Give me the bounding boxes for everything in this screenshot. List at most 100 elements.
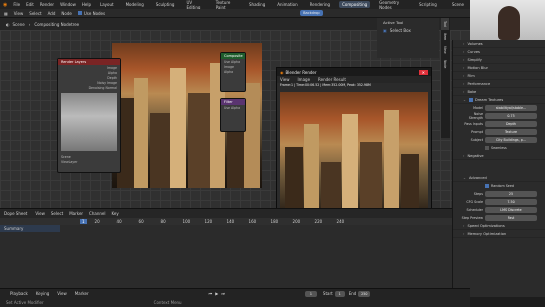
use-nodes-checkbox[interactable] xyxy=(77,11,82,15)
menu-select[interactable]: Select xyxy=(29,11,41,16)
menu-node[interactable]: Node xyxy=(61,11,71,16)
noise-strength-field[interactable]: 0.75 xyxy=(485,113,537,119)
dope-sheet-mode[interactable]: Dope Sheet xyxy=(4,211,27,216)
steps-field[interactable]: 25 xyxy=(485,191,537,197)
tab-scripting[interactable]: Scripting xyxy=(416,1,440,8)
section-bake[interactable]: › Bake xyxy=(453,88,545,96)
section-dream-textures[interactable]: ⌄ Dream Textures xyxy=(453,96,545,104)
render-window-menubar: View Image Render Result xyxy=(277,76,431,83)
dope-menu-select[interactable]: Select xyxy=(51,211,63,216)
tab-item[interactable]: Item xyxy=(441,30,449,43)
play-icon[interactable]: ▶ xyxy=(215,291,218,296)
dope-menu-channel[interactable]: Channel xyxy=(89,211,105,216)
timeline-marker-menu[interactable]: Marker xyxy=(75,291,89,296)
dope-sheet-editor[interactable]: Dope Sheet View Select Marker Channel Ke… xyxy=(0,208,452,288)
seamless-row[interactable]: Seamless xyxy=(453,144,545,152)
menu-window[interactable]: Window xyxy=(60,2,76,7)
random-seed-row[interactable]: Random Seed xyxy=(453,182,545,190)
jump-start-icon[interactable]: ⏮ xyxy=(209,291,213,296)
render-status-text: Frame:1 | Time:00:06.52 | Mem:352.00M, P… xyxy=(280,83,371,87)
tab-compositing[interactable]: Compositing xyxy=(339,1,371,8)
timeline[interactable]: Playback Keying View Marker ⏮ ▶ ⏭ 1 Star… xyxy=(0,288,470,307)
scene-selector[interactable]: Scene xyxy=(452,2,464,7)
dope-menu-key[interactable]: Key xyxy=(111,211,118,216)
tab-layout[interactable]: Layout xyxy=(97,1,117,8)
section-film[interactable]: › Film xyxy=(453,72,545,80)
current-frame-marker[interactable]: 1 xyxy=(80,219,87,224)
scheduler-dropdown[interactable]: LMS Discrete xyxy=(485,207,537,213)
timeline-view-menu[interactable]: View xyxy=(57,291,67,296)
menu-render[interactable]: Render xyxy=(40,2,54,7)
layer-field[interactable]: ViewLayer xyxy=(58,159,120,164)
chevron-down-icon: ⌄ xyxy=(463,175,467,180)
dope-menu-view[interactable]: View xyxy=(35,211,45,216)
chevron-down-icon: ⌄ xyxy=(463,97,467,102)
current-frame-field[interactable]: 1 xyxy=(304,290,317,297)
tab-node[interactable]: Node xyxy=(441,57,449,71)
blender-logo-icon[interactable]: ◉ xyxy=(3,2,7,8)
section-negative[interactable]: › Negative xyxy=(453,152,545,160)
menu-file[interactable]: File xyxy=(13,2,20,7)
section-performance[interactable]: › Performance xyxy=(453,80,545,88)
end-frame-field[interactable]: 250 xyxy=(358,290,371,297)
dream-textures-checkbox[interactable] xyxy=(469,97,474,102)
random-seed-checkbox[interactable] xyxy=(485,184,489,188)
render-view-menu[interactable]: View xyxy=(280,77,290,82)
section-volumes[interactable]: › Volumes xyxy=(453,40,545,48)
playback-menu[interactable]: Playback xyxy=(10,291,28,296)
render-result-slot[interactable]: Render Result xyxy=(318,77,346,82)
tab-animation[interactable]: Animation xyxy=(274,1,300,8)
section-curves[interactable]: › Curves xyxy=(453,48,545,56)
subject-field[interactable]: City Buildings, p... xyxy=(485,137,537,143)
tab-view[interactable]: View xyxy=(441,43,449,57)
chevron-right-icon: › xyxy=(463,41,465,46)
section-motion-blur[interactable]: › Motion Blur xyxy=(453,64,545,72)
select-box-tool[interactable]: ▣ Select Box xyxy=(377,26,439,34)
chevron-right-icon: › xyxy=(463,65,465,70)
summary-row[interactable]: Summary xyxy=(0,225,60,232)
tab-shading[interactable]: Shading xyxy=(246,1,268,8)
chevron-right-icon: › xyxy=(463,73,465,78)
section-memory-optimization[interactable]: › Memory Optimization xyxy=(453,230,545,238)
close-icon[interactable]: ✕ xyxy=(418,69,428,75)
node-editor-header: ▦ View Select Add Node Use Nodes Backdro… xyxy=(0,9,470,18)
backdrop-button[interactable]: Backdrop xyxy=(300,10,323,16)
section-simplify[interactable]: › Simplify xyxy=(453,56,545,64)
keying-menu[interactable]: Keying xyxy=(36,291,49,296)
tab-tool[interactable]: Tool xyxy=(441,18,449,31)
select-box-icon: ▣ xyxy=(383,27,387,33)
start-frame-field[interactable]: 1 xyxy=(334,290,345,297)
chevron-right-icon: › xyxy=(463,49,465,54)
breadcrumb-scene[interactable]: Scene xyxy=(13,22,25,27)
section-speed-optimizations[interactable]: › Speed Optimizations xyxy=(453,222,545,230)
render-image-menu[interactable]: Image xyxy=(298,77,311,82)
prompt-dropdown[interactable]: Texture xyxy=(485,129,537,135)
tab-modeling[interactable]: Modeling xyxy=(123,1,147,8)
render-layers-node[interactable]: Render Layers Image Alpha Depth Noisy Im… xyxy=(57,58,121,173)
menu-help[interactable]: Help xyxy=(82,2,91,7)
step-preview-dropdown[interactable]: Fast xyxy=(485,215,537,221)
filter-use-alpha[interactable]: Use Alpha xyxy=(221,105,245,110)
seamless-checkbox[interactable] xyxy=(485,146,489,150)
render-window-titlebar[interactable]: ◉ Blender Render ✕ xyxy=(277,68,431,76)
filter-node[interactable]: Filter Use Alpha xyxy=(220,98,246,132)
chevron-right-icon: › xyxy=(463,223,465,228)
frame-ruler[interactable]: 1 20 40 60 80 100 120 140 160 180 200 22… xyxy=(0,218,452,225)
jump-end-icon[interactable]: ⏭ xyxy=(221,291,225,296)
composite-node[interactable]: Composite Use Alpha Image Alpha xyxy=(220,52,246,92)
breadcrumb-tree[interactable]: Compositing Nodetree xyxy=(34,22,79,27)
menu-edit[interactable]: Edit xyxy=(26,2,34,7)
model-dropdown[interactable]: stabilityai/stable... xyxy=(485,105,537,111)
tab-rendering[interactable]: Rendering xyxy=(307,1,333,8)
menu-add[interactable]: Add xyxy=(48,11,56,16)
dope-menu-marker[interactable]: Marker xyxy=(69,211,83,216)
pass-inputs-dropdown[interactable]: Depth xyxy=(485,121,537,127)
render-window-title: Blender Render xyxy=(285,69,317,75)
tab-sculpting[interactable]: Sculpting xyxy=(153,1,178,8)
cfg-field[interactable]: 7.50 xyxy=(485,199,537,205)
chevron-right-icon: › xyxy=(463,57,465,62)
section-advanced[interactable]: ⌄ Advanced xyxy=(453,174,545,182)
dope-sheet-header: Dope Sheet View Select Marker Channel Ke… xyxy=(0,209,452,218)
menu-view[interactable]: View xyxy=(14,11,24,16)
editor-type-icon[interactable]: ▦ xyxy=(4,11,8,16)
